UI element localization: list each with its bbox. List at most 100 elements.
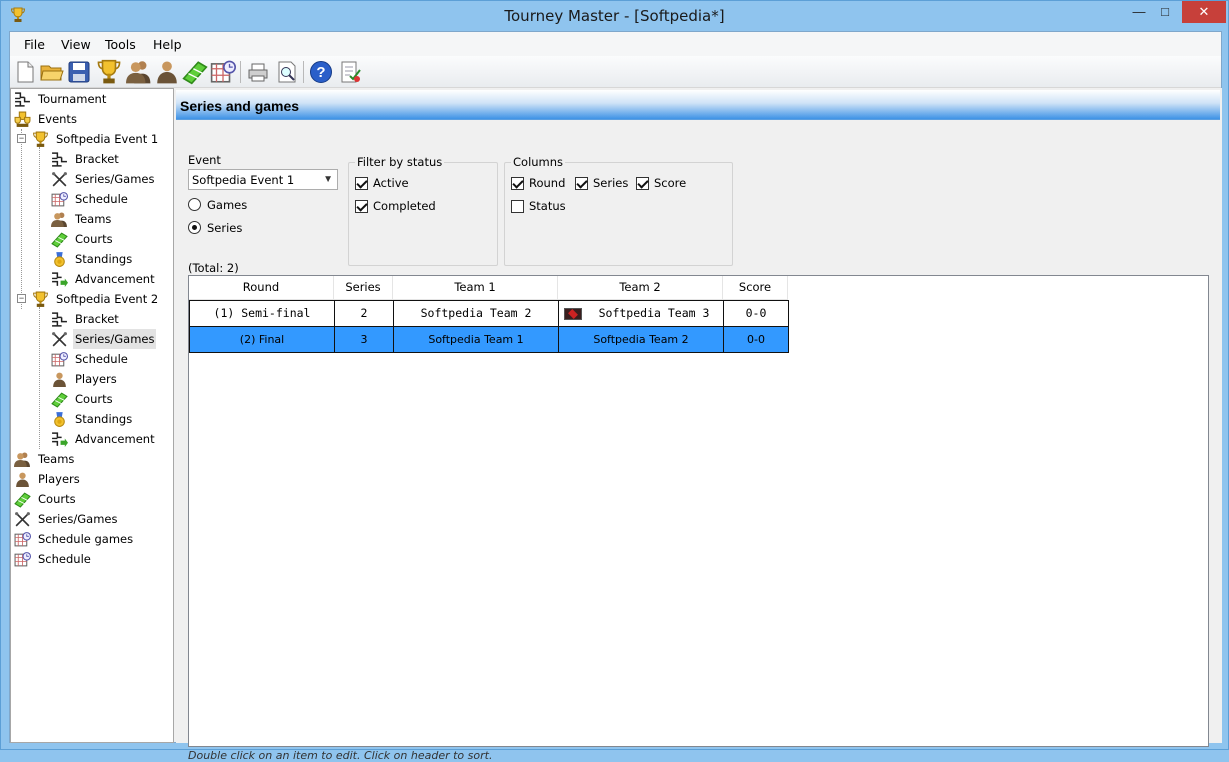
save-icon[interactable]	[66, 59, 92, 85]
series-column-checkbox[interactable]	[575, 177, 588, 190]
completed-checkbox-label: Completed	[373, 199, 436, 213]
series-table[interactable]: Round Series Team 1 Team 2 Score (1) Sem…	[188, 275, 1209, 747]
courts-icon	[14, 491, 31, 508]
tree-item-label: Courts	[38, 492, 76, 506]
advancement-icon	[51, 271, 68, 288]
tree-item-label: Schedule games	[38, 532, 134, 546]
games-radio[interactable]	[188, 198, 201, 211]
event-select[interactable]: Softpedia Event 1 ▼	[188, 169, 338, 190]
status-column-checkbox-label: Status	[529, 199, 566, 213]
column-header-series[interactable]: Series	[334, 276, 393, 300]
maximize-button[interactable]: □	[1152, 1, 1178, 23]
tree-line	[39, 147, 40, 287]
page-title: Series and games	[180, 98, 300, 114]
minimize-button[interactable]: —	[1126, 1, 1152, 23]
medal-icon	[51, 411, 68, 428]
tree-item-label: Events	[38, 112, 77, 126]
crossed-swords-icon	[51, 171, 68, 188]
menu-file[interactable]: File	[24, 37, 45, 52]
collapse-icon[interactable]: −	[17, 134, 26, 143]
column-header-team-2[interactable]: Team 2	[558, 276, 723, 300]
tree-item-label: Series/Games	[38, 512, 118, 526]
series-radio-label: Series	[207, 221, 243, 235]
tree-item-label: Standings	[75, 412, 133, 426]
tree-item-label: Schedule	[75, 352, 128, 366]
tree-item-label: Bracket	[75, 312, 119, 326]
chevron-down-icon: ▼	[323, 174, 333, 185]
cell-score: 0-0	[723, 326, 789, 353]
trophies-icon	[14, 111, 31, 128]
toolbar: ?	[10, 56, 1221, 88]
schedule-icon[interactable]	[210, 59, 236, 85]
tree-item-label: Schedule	[38, 552, 91, 566]
tree-item-label: Series/Games	[73, 329, 157, 349]
score-column-checkbox[interactable]	[636, 177, 649, 190]
tree-item-label: Teams	[38, 452, 75, 466]
courts-icon[interactable]	[182, 59, 208, 85]
column-header-score[interactable]: Score	[723, 276, 788, 300]
games-radio-label: Games	[207, 198, 248, 212]
open-folder-icon[interactable]	[39, 59, 65, 85]
round-column-checkbox[interactable]	[511, 177, 524, 190]
print-preview-icon[interactable]	[274, 59, 300, 85]
player-icon[interactable]	[154, 59, 180, 85]
bracket-icon	[51, 151, 68, 168]
score-column-checkbox-label: Score	[654, 176, 687, 190]
teams-icon[interactable]	[126, 59, 152, 85]
active-checkbox[interactable]	[355, 177, 368, 190]
teams-icon	[51, 211, 68, 228]
toolbar-separator	[240, 61, 241, 83]
trophy-icon[interactable]	[96, 59, 122, 85]
columns-group: Columns Round Series Score Status	[504, 155, 733, 266]
status-column-checkbox[interactable]	[511, 200, 524, 213]
cell-team-2: Softpedia Team 3	[558, 300, 724, 327]
tree-line	[21, 129, 22, 309]
panel-header: Series and games	[176, 90, 1220, 120]
series-radio[interactable]	[188, 221, 201, 234]
cell-round: (1) Semi-final	[189, 300, 335, 327]
cell-round: (2) Final	[189, 326, 335, 353]
app-window: Tourney Master - [Softpedia*] — □ ✕ File…	[0, 0, 1229, 762]
usage-hint: Double click on an item to edit. Click o…	[188, 749, 493, 762]
new-file-icon[interactable]	[12, 59, 38, 85]
crossed-swords-icon	[14, 511, 31, 528]
tree-item-label: Softpedia Event 2	[56, 292, 159, 306]
tree-item-label: Tournament	[38, 92, 107, 106]
column-header-team-1[interactable]: Team 1	[393, 276, 558, 300]
cell-team-2: Softpedia Team 2	[558, 326, 724, 353]
title-bar: Tourney Master - [Softpedia*] — □ ✕	[1, 1, 1228, 31]
menu-bar: File View Tools Help	[10, 32, 1221, 56]
event-label: Event	[188, 153, 221, 167]
cell-series: 3	[334, 326, 394, 353]
calendar-icon	[14, 551, 31, 568]
tree-item-label: Bracket	[75, 152, 119, 166]
tree-item-label: Advancement	[75, 272, 155, 286]
courts-icon	[51, 391, 68, 408]
help-icon[interactable]: ?	[308, 59, 334, 85]
tree-item-label: Courts	[75, 232, 113, 246]
completed-checkbox[interactable]	[355, 200, 368, 213]
series-column-checkbox-label: Series	[593, 176, 629, 190]
menu-tools[interactable]: Tools	[105, 37, 136, 52]
report-icon[interactable]	[337, 59, 363, 85]
event-select-value: Softpedia Event 1	[192, 173, 295, 187]
trophy-icon	[32, 131, 49, 148]
calendar-icon	[51, 191, 68, 208]
trophy-icon	[32, 291, 49, 308]
round-column-checkbox-label: Round	[529, 176, 566, 190]
filter-group-title: Filter by status	[355, 155, 445, 169]
column-header-round[interactable]: Round	[189, 276, 334, 300]
print-icon[interactable]	[245, 59, 271, 85]
calendar-icon	[51, 351, 68, 368]
tree-item-label: Series/Games	[75, 172, 155, 186]
menu-view[interactable]: View	[61, 37, 91, 52]
calendar-icon	[14, 531, 31, 548]
tree-item-label: Advancement	[75, 432, 155, 446]
cell-score: 0-0	[723, 300, 789, 327]
close-button[interactable]: ✕	[1182, 1, 1226, 23]
menu-help[interactable]: Help	[153, 37, 182, 52]
tree-item-label: Players	[38, 472, 80, 486]
tree-item-label: Players	[75, 372, 117, 386]
team-flag-icon	[564, 308, 582, 320]
collapse-icon[interactable]: −	[17, 294, 26, 303]
